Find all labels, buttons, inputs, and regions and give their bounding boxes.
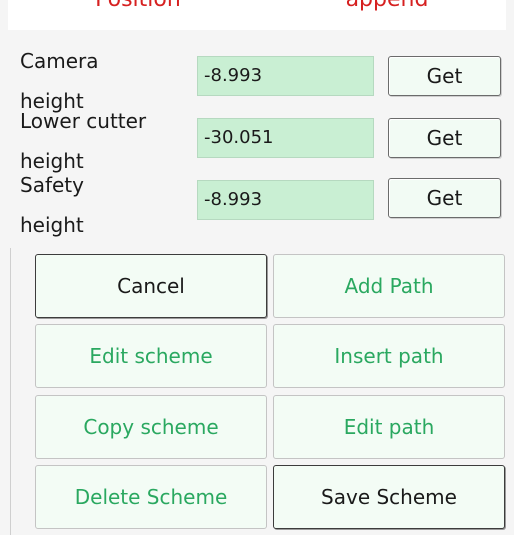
camera-height-label-line1: Camera xyxy=(20,49,99,73)
delete-scheme-button[interactable]: Delete Scheme xyxy=(35,465,267,529)
safety-height-field[interactable]: -8.993 xyxy=(197,180,374,220)
save-scheme-button[interactable]: Save Scheme xyxy=(273,465,505,529)
camera-height-field[interactable]: -8.993 xyxy=(197,56,374,96)
add-path-button[interactable]: Add Path xyxy=(273,254,505,318)
cancel-button[interactable]: Cancel xyxy=(35,254,267,318)
safety-height-label: Safety height xyxy=(20,172,190,238)
safety-height-get-button[interactable]: Get xyxy=(388,178,501,218)
safety-height-label-line1: Safety xyxy=(20,173,84,197)
insert-path-button[interactable]: Insert path xyxy=(273,324,505,388)
lower-cutter-height-row: Lower cutter height -30.051 Get xyxy=(0,108,514,174)
lower-cutter-height-label: Lower cutter height xyxy=(20,108,190,174)
tab-append[interactable]: append xyxy=(268,0,506,30)
edit-scheme-button[interactable]: Edit scheme xyxy=(35,324,267,388)
safety-height-label-line2: height xyxy=(20,213,84,237)
lower-cutter-height-label-line1: Lower cutter xyxy=(20,109,147,133)
tab-strip: Position append xyxy=(0,0,514,30)
tab-position[interactable]: Position xyxy=(8,0,269,30)
edit-path-button[interactable]: Edit path xyxy=(273,395,505,459)
camera-height-label: Camera height xyxy=(20,48,190,114)
lower-cutter-height-field[interactable]: -30.051 xyxy=(197,118,374,158)
copy-scheme-button[interactable]: Copy scheme xyxy=(35,395,267,459)
camera-height-row: Camera height -8.993 Get xyxy=(0,44,514,113)
camera-height-get-button[interactable]: Get xyxy=(388,56,501,96)
lower-cutter-height-get-button[interactable]: Get xyxy=(388,118,501,158)
action-grid: Cancel Add Path Edit scheme Insert path … xyxy=(10,248,511,535)
tab-position-label: Position xyxy=(8,0,268,15)
safety-height-row: Safety height -8.993 Get xyxy=(0,170,514,237)
tab-append-label: append xyxy=(268,0,506,15)
settings-panel: Position append Camera height -8.993 Get… xyxy=(0,0,514,535)
